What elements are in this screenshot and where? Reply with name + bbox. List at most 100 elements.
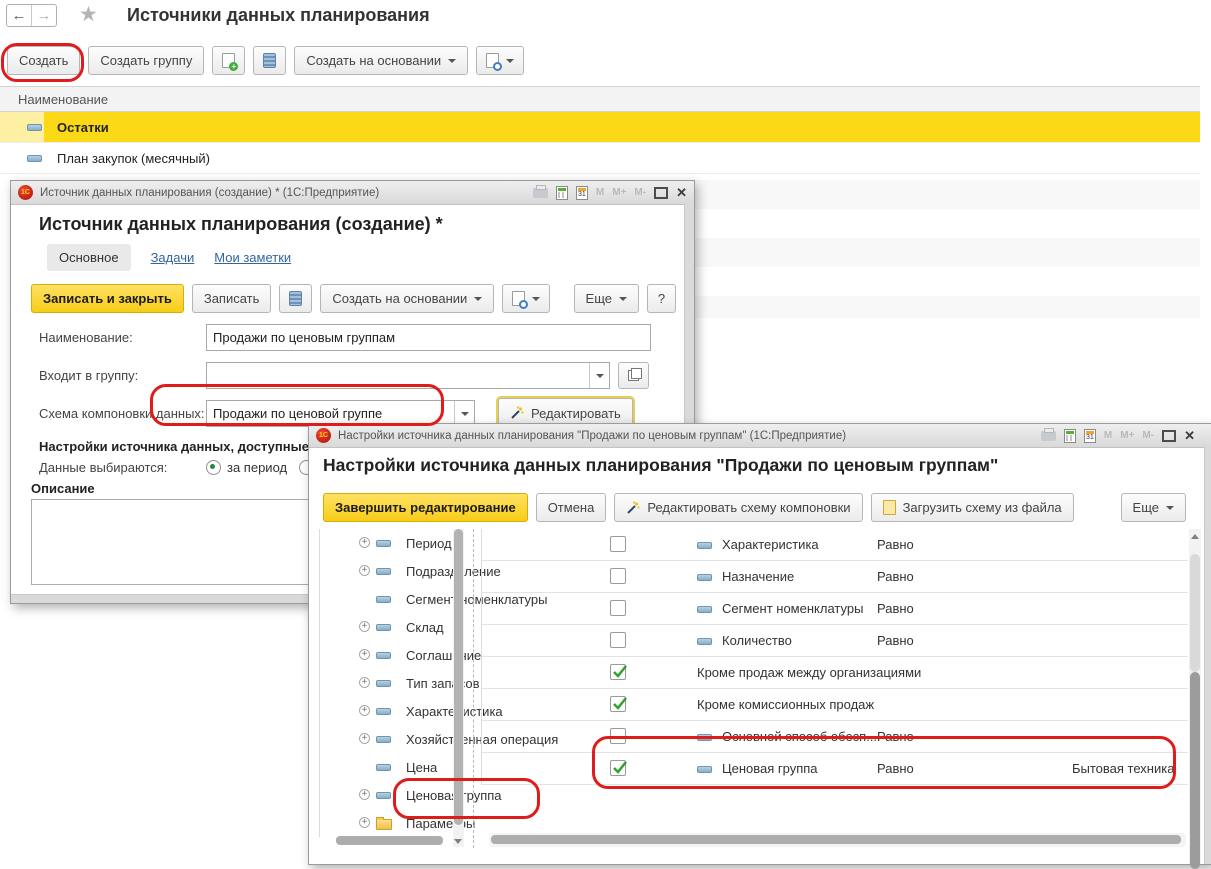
tree-item[interactable]: Подразделение xyxy=(320,557,454,585)
tab-my-notes[interactable]: Мои заметки xyxy=(214,250,291,265)
expand-icon[interactable] xyxy=(359,565,370,576)
filter-operator[interactable]: Равно xyxy=(877,633,914,648)
dialog1-titlebar[interactable]: 1С Источник данных планирования (создани… xyxy=(11,181,694,205)
expand-icon[interactable] xyxy=(359,677,370,688)
expand-icon[interactable] xyxy=(359,789,370,800)
scroll-down-icon[interactable] xyxy=(454,839,462,844)
tree-item[interactable]: Период xyxy=(320,529,454,557)
panel-splitter[interactable] xyxy=(473,529,474,848)
column-header-name[interactable]: Наименование xyxy=(0,92,108,107)
cancel-button[interactable]: Отмена xyxy=(536,493,607,522)
filters-vscrollbar-upper[interactable] xyxy=(1190,554,1200,672)
history-menu-button[interactable] xyxy=(476,46,524,75)
filter-label[interactable]: Кроме комиссионных продаж xyxy=(697,697,874,712)
table-header-row[interactable]: Наименование xyxy=(0,86,1200,112)
tree-scrollbar-thumb[interactable] xyxy=(454,529,463,825)
filter-checkbox[interactable] xyxy=(610,696,626,712)
filters-hscrollbar-thumb[interactable] xyxy=(491,835,1181,844)
edit-composition-schema-button[interactable]: Редактировать схему компоновки xyxy=(614,493,862,522)
filter-checkbox[interactable] xyxy=(610,760,626,776)
expand-icon[interactable] xyxy=(359,649,370,660)
memory-plus-button[interactable]: M+ xyxy=(612,187,626,198)
filter-operator[interactable]: Равно xyxy=(877,729,914,744)
tree-item[interactable]: Цена xyxy=(320,753,454,781)
calendar-icon[interactable]: 31 xyxy=(1084,429,1096,443)
memory-plus-button[interactable]: M+ xyxy=(1120,430,1134,441)
group-input[interactable] xyxy=(207,363,589,388)
memory-recall-button[interactable]: M xyxy=(596,187,604,198)
tree-item-label[interactable]: Склад xyxy=(406,620,444,635)
help-button[interactable]: ? xyxy=(647,284,676,313)
save-and-close-button[interactable]: Записать и закрыть xyxy=(31,284,184,313)
tree-item[interactable]: Соглашение xyxy=(320,641,454,669)
filter-label[interactable]: Ценовая группа xyxy=(722,761,818,776)
filter-checkbox[interactable] xyxy=(610,664,626,680)
tree-item[interactable]: Характеристика xyxy=(320,697,454,725)
list-view-button[interactable] xyxy=(279,284,312,313)
back-button[interactable]: ← xyxy=(7,5,32,26)
filter-row[interactable]: Характеристика Равно xyxy=(482,529,1188,561)
memory-minus-button[interactable]: M- xyxy=(1142,430,1154,441)
dialog2-titlebar[interactable]: 1С Настройки источника данных планирован… xyxy=(309,424,1211,448)
name-input[interactable] xyxy=(207,325,650,350)
filter-label[interactable]: Назначение xyxy=(722,569,794,584)
memory-minus-button[interactable]: M- xyxy=(634,187,646,198)
filter-row[interactable]: Ценовая группа Равно Бытовая техника xyxy=(482,753,1188,785)
tree-item-label[interactable]: Параметры xyxy=(406,816,475,831)
filter-label[interactable]: Количество xyxy=(722,633,792,648)
save-button[interactable]: Записать xyxy=(192,284,272,313)
filter-row[interactable]: Количество Равно xyxy=(482,625,1188,657)
filter-operator[interactable]: Равно xyxy=(877,601,914,616)
filter-row[interactable]: Кроме комиссионных продаж xyxy=(482,689,1188,721)
tree-item[interactable]: Ценовая группа xyxy=(320,781,454,809)
group-open-button[interactable] xyxy=(618,362,649,389)
filter-row[interactable]: Назначение Равно xyxy=(482,561,1188,593)
table-row[interactable]: План закупок (месячный) xyxy=(0,143,1200,174)
finish-editing-button[interactable]: Завершить редактирование xyxy=(323,493,528,522)
favorite-star-icon[interactable]: ★ xyxy=(79,2,98,27)
more-button[interactable]: Еще xyxy=(574,284,639,313)
print-icon[interactable] xyxy=(533,188,548,198)
create-group-button[interactable]: Создать группу xyxy=(88,46,204,75)
copy-item-button[interactable] xyxy=(212,46,245,75)
expand-icon[interactable] xyxy=(359,621,370,632)
expand-icon[interactable] xyxy=(359,817,370,828)
close-icon[interactable]: ✕ xyxy=(1184,429,1195,442)
tab-tasks[interactable]: Задачи xyxy=(151,250,195,265)
filter-label[interactable]: Сегмент номенклатуры xyxy=(722,601,863,616)
filters-horizontal-scrollbar[interactable] xyxy=(489,833,1186,847)
filter-operator[interactable]: Равно xyxy=(877,569,914,584)
table-row[interactable]: Остатки xyxy=(0,112,1200,143)
maximize-icon[interactable] xyxy=(654,187,668,199)
tree-item[interactable]: Хозяйственная операция xyxy=(320,725,454,753)
maximize-icon[interactable] xyxy=(1162,430,1176,442)
history-menu-button[interactable] xyxy=(502,284,550,313)
tree-item-label[interactable]: Период xyxy=(406,536,452,551)
tree-item[interactable]: Склад xyxy=(320,613,454,641)
memory-recall-button[interactable]: M xyxy=(1104,430,1112,441)
filter-checkbox[interactable] xyxy=(610,632,626,648)
filter-row[interactable]: Сегмент номенклатуры Равно xyxy=(482,593,1188,625)
expand-icon[interactable] xyxy=(359,537,370,548)
radio-for-period-label[interactable]: за период xyxy=(227,460,287,475)
filter-label[interactable]: Характеристика xyxy=(722,537,819,552)
expand-icon[interactable] xyxy=(359,733,370,744)
tree-item-label[interactable]: Цена xyxy=(406,760,437,775)
forward-button[interactable]: → xyxy=(32,5,56,26)
row-name-cell[interactable]: Остатки xyxy=(44,112,1200,142)
load-schema-button[interactable]: Загрузить схему из файла xyxy=(871,493,1074,522)
filter-operator[interactable]: Равно xyxy=(877,761,914,776)
filter-label[interactable]: Кроме продаж между организациями xyxy=(697,665,921,680)
filter-row[interactable]: Кроме продаж между организациями xyxy=(482,657,1188,689)
filters-vertical-scrollbar[interactable] xyxy=(1189,529,1201,864)
tree-horizontal-scrollbar[interactable] xyxy=(336,836,443,845)
tree-item-label[interactable]: Соглашение xyxy=(406,648,481,663)
more-button[interactable]: Еще xyxy=(1121,493,1186,522)
calendar-icon[interactable]: 31 xyxy=(576,186,588,200)
filter-value[interactable]: Бытовая техника xyxy=(1072,761,1174,776)
print-icon[interactable] xyxy=(1041,431,1056,441)
filter-row[interactable]: Основной способ обесп... Равно xyxy=(482,721,1188,753)
create-based-on-button[interactable]: Создать на основании xyxy=(294,46,468,75)
calculator-icon[interactable] xyxy=(556,186,568,200)
scroll-up-icon[interactable] xyxy=(1191,534,1199,539)
